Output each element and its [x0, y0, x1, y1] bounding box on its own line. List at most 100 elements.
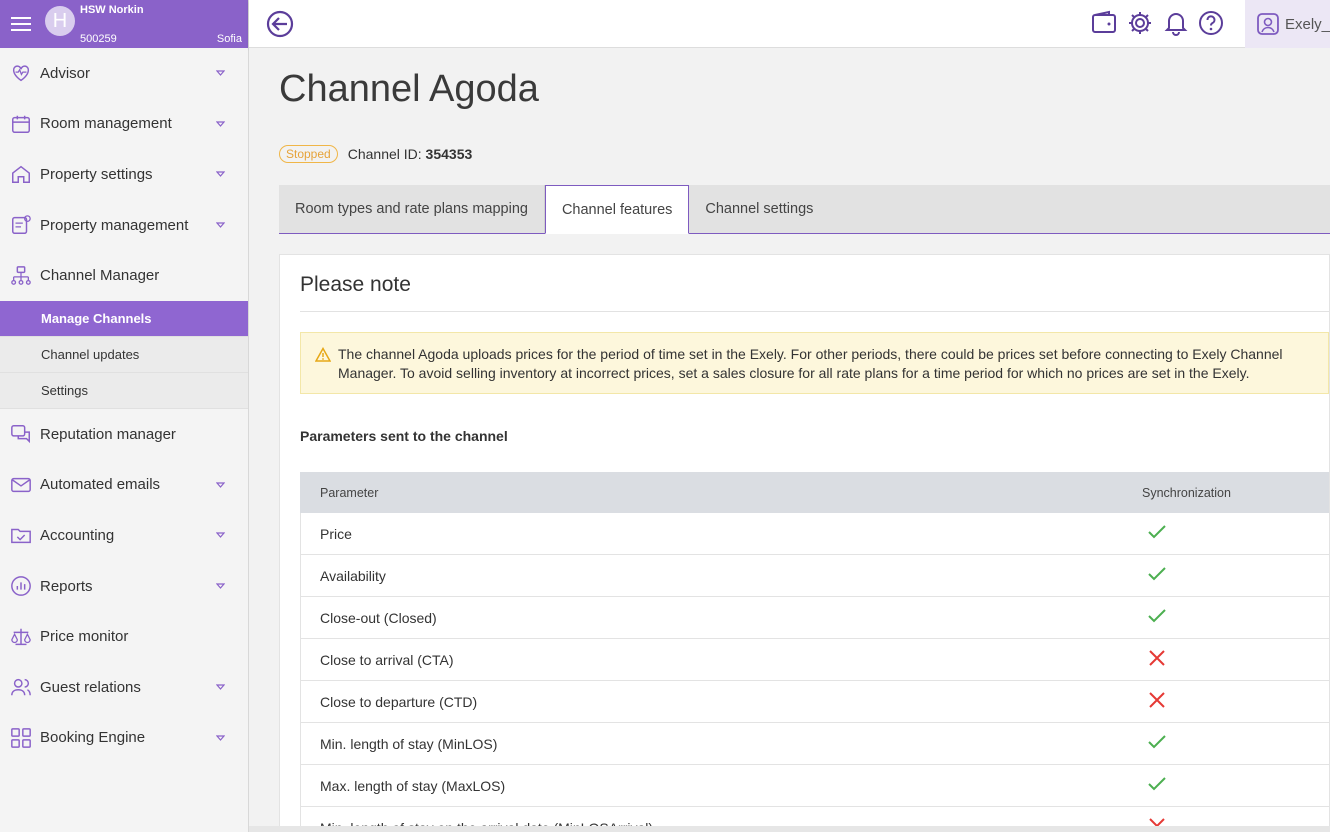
- check-icon: [1148, 567, 1166, 581]
- sync-status: [1143, 774, 1313, 797]
- document-user-icon: [12, 215, 31, 235]
- chevron-down-icon: [216, 222, 225, 228]
- chat-bubbles-icon: [11, 425, 30, 444]
- sync-status: [1143, 564, 1313, 587]
- warning-text: The channel Agoda uploads prices for the…: [338, 346, 1283, 381]
- property-avatar: H: [45, 6, 75, 36]
- chevron-down-icon: [216, 171, 225, 178]
- tab-bar: Room types and rate plans mapping Channe…: [279, 185, 1330, 234]
- property-city: Sofia: [216, 33, 242, 45]
- gear-icon[interactable]: [1127, 10, 1153, 36]
- parameter-name: Min. length of stay (MinLOS): [320, 735, 498, 752]
- sidebar-item-label: Booking Engine: [40, 729, 146, 747]
- sidebar-subitem-manage-channels[interactable]: Manage Channels: [0, 300, 248, 337]
- folder-check-icon: [11, 529, 31, 544]
- parameter-name: Price: [320, 525, 352, 542]
- column-header-sync: Synchronization: [1142, 485, 1231, 500]
- warning-triangle-icon: [315, 347, 331, 362]
- table-row: Close to arrival (CTA): [300, 639, 1329, 681]
- chevron-down-icon: [216, 684, 225, 690]
- table-row: Min. length of stay on the arrival date …: [300, 807, 1329, 826]
- home-icon: [12, 166, 30, 184]
- chevron-down-icon: [216, 70, 225, 76]
- sidebar-item-label: Accounting: [40, 526, 115, 544]
- check-icon: [1148, 609, 1166, 623]
- cross-icon: [1149, 818, 1165, 826]
- sync-status: [1143, 732, 1313, 755]
- sidebar-item-label: Reports: [40, 577, 93, 595]
- sync-status: [1143, 606, 1313, 629]
- channel-features-panel: Please note The channel Agoda uploads pr…: [279, 254, 1330, 826]
- note-title: Please note: [300, 273, 411, 296]
- top-bar: Exely_: [249, 0, 1330, 48]
- table-header: Parameter Synchronization: [300, 472, 1329, 513]
- cross-icon: [1149, 650, 1165, 666]
- parameter-name: Max. length of stay (MaxLOS): [320, 777, 506, 794]
- horizontal-scrollbar[interactable]: [249, 826, 1330, 832]
- parameter-name: Close to arrival (CTA): [320, 651, 454, 668]
- table-row: Availability: [300, 555, 1329, 597]
- sidebar-item-label: Price monitor: [40, 628, 129, 646]
- bell-icon[interactable]: [1163, 10, 1189, 36]
- chevron-down-icon: [216, 532, 225, 539]
- sidebar-item-channel-manager[interactable]: Channel Manager: [0, 250, 248, 301]
- sidebar: H HSW Norkin 500259 Sofia Advisor Room m…: [0, 0, 249, 832]
- sidebar-item-label: Property management: [40, 216, 189, 234]
- channel-id: Channel ID: 354353: [348, 146, 473, 162]
- sync-status: [1143, 690, 1313, 713]
- wallet-icon[interactable]: [1091, 10, 1117, 36]
- section-title: Parameters sent to the channel: [300, 428, 508, 444]
- table-row: Close to departure (CTD): [300, 681, 1329, 723]
- sidebar-item-price-monitor[interactable]: Price monitor: [0, 611, 248, 662]
- sidebar-item-label: Reputation manager: [40, 425, 176, 443]
- parameter-name: Close to departure (CTD): [320, 693, 478, 710]
- chevron-down-icon: [216, 583, 225, 589]
- property-name: HSW Norkin: [80, 4, 144, 16]
- envelope-icon: [11, 477, 31, 493]
- divider: [300, 311, 1329, 312]
- calendar-icon: [12, 115, 30, 133]
- user-icon: [1257, 13, 1279, 35]
- property-header[interactable]: H HSW Norkin 500259 Sofia: [0, 0, 248, 48]
- scales-icon: [11, 628, 31, 645]
- user-menu[interactable]: Exely_: [1245, 0, 1330, 48]
- sidebar-item-label: Property settings: [40, 165, 153, 183]
- sidebar-item-room-management[interactable]: Room management: [0, 99, 248, 150]
- chevron-down-icon: [216, 481, 225, 488]
- sidebar-item-property-management[interactable]: Property management: [0, 200, 248, 251]
- user-name: Exely_: [1284, 15, 1330, 33]
- table-row: Price: [300, 513, 1329, 555]
- sidebar-item-automated-emails[interactable]: Automated emails: [0, 460, 248, 511]
- sync-status: [1143, 522, 1313, 545]
- tab-channel-settings[interactable]: Channel settings: [689, 185, 829, 233]
- sidebar-item-reports[interactable]: Reports: [0, 561, 248, 612]
- sidebar-item-label: Automated emails: [40, 476, 161, 494]
- tab-channel-features[interactable]: Channel features: [544, 185, 690, 234]
- chevron-down-icon: [216, 120, 225, 127]
- back-arrow-icon[interactable]: [265, 9, 295, 39]
- users-icon: [11, 679, 31, 696]
- sidebar-item-reputation-manager[interactable]: Reputation manager: [0, 409, 248, 460]
- sidebar-item-label: Advisor: [40, 64, 91, 82]
- sidebar-subitem-settings[interactable]: Settings: [0, 372, 248, 409]
- check-icon: [1148, 735, 1166, 749]
- channel-status-row: Stopped Channel ID: 354353: [279, 145, 472, 163]
- sidebar-subitem-channel-updates[interactable]: Channel updates: [0, 336, 248, 373]
- sidebar-item-property-settings[interactable]: Property settings: [0, 149, 248, 200]
- table-row: Min. length of stay (MinLOS): [300, 723, 1329, 765]
- tab-room-types-mapping[interactable]: Room types and rate plans mapping: [279, 185, 545, 233]
- sync-status: [1143, 816, 1313, 826]
- sidebar-item-guest-relations[interactable]: Guest relations: [0, 662, 248, 713]
- sidebar-item-accounting[interactable]: Accounting: [0, 510, 248, 561]
- sidebar-item-advisor[interactable]: Advisor: [0, 48, 248, 99]
- sidebar-item-booking-engine[interactable]: Booking Engine: [0, 713, 248, 764]
- channel-id-value: 354353: [425, 146, 473, 162]
- sidebar-item-label: Guest relations: [40, 678, 141, 696]
- parameter-name: Close-out (Closed): [320, 609, 437, 626]
- cross-icon: [1149, 692, 1165, 708]
- help-icon[interactable]: [1198, 10, 1224, 36]
- sitemap-icon: [11, 265, 31, 285]
- hamburger-menu-icon[interactable]: [10, 13, 32, 35]
- grid-icon: [11, 727, 31, 748]
- warning-message: The channel Agoda uploads prices for the…: [300, 332, 1329, 394]
